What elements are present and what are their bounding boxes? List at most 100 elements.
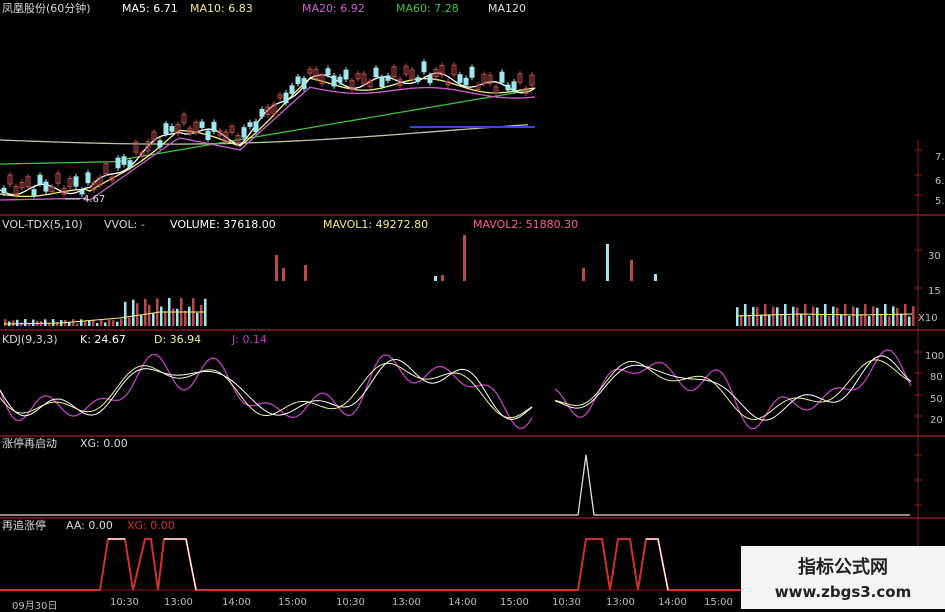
candle-body xyxy=(379,76,385,88)
candle-body xyxy=(499,71,505,83)
candle-body xyxy=(31,189,37,196)
volume-bar xyxy=(868,316,871,326)
candle-body xyxy=(325,68,331,76)
aa-signal-line xyxy=(0,538,742,591)
volume-bar xyxy=(4,319,7,326)
xg-value: XG: 0.00 xyxy=(80,437,128,450)
candle-body xyxy=(373,67,379,77)
xg-indicator-name: 涨停再启动 xyxy=(2,437,57,450)
volume-bar xyxy=(760,314,763,326)
candle-body xyxy=(199,121,205,128)
volume-bar xyxy=(136,303,139,326)
volume-bar xyxy=(76,323,79,326)
ma10-line xyxy=(0,77,536,198)
candle-body xyxy=(427,75,433,84)
time-axis-label: 15:00 xyxy=(500,597,529,608)
volume-bar xyxy=(80,319,83,326)
volume-bar xyxy=(892,306,895,326)
volume-bar xyxy=(124,301,127,326)
volume-bar xyxy=(788,315,791,326)
volume-bar xyxy=(812,306,815,326)
volume-bar xyxy=(768,315,771,326)
candle-body xyxy=(301,78,307,89)
kdj-tick: 100 xyxy=(925,351,945,362)
candle-body xyxy=(205,130,211,141)
volume-bar xyxy=(463,235,466,281)
volume-bar xyxy=(48,323,51,326)
volume-bar xyxy=(784,304,787,326)
time-axis-label: 14:00 xyxy=(658,597,687,608)
watermark-title: 指标公式网 xyxy=(798,557,888,578)
aa-signal-top xyxy=(164,538,197,591)
kdj-d-line xyxy=(554,359,912,420)
ma120-value: MA120 xyxy=(488,2,527,15)
time-axis-label: 10:30 xyxy=(552,597,581,608)
volume-bar xyxy=(160,306,163,326)
aa-xg-value: XG: 0.00 xyxy=(127,519,175,532)
aa-indicator-name: 再追涨停 xyxy=(2,519,46,532)
candle-body xyxy=(157,140,163,148)
volume-bar xyxy=(434,276,437,281)
candle-body xyxy=(1,187,7,194)
volume-bar xyxy=(12,320,15,326)
candle-body xyxy=(115,157,121,169)
chart-canvas xyxy=(0,58,945,591)
volume-bar xyxy=(820,314,823,326)
volume-bar xyxy=(752,306,755,326)
time-axis-label: 09月30日 xyxy=(12,601,58,612)
volume-bar xyxy=(44,319,47,326)
volume-bar xyxy=(852,306,855,326)
volume-bar xyxy=(196,312,199,326)
candle-body xyxy=(73,176,79,187)
volume-bar xyxy=(748,315,751,326)
ma60-value: MA60: 7.28 xyxy=(396,2,459,15)
candle-body xyxy=(211,121,217,132)
kdj-j-line xyxy=(0,353,533,430)
vol-tick: X10 xyxy=(918,313,938,324)
candle-body xyxy=(505,84,511,91)
time-axis-label: 15:00 xyxy=(704,597,733,608)
price-tick: 6. xyxy=(935,176,945,187)
volume-bar xyxy=(740,314,743,326)
kdj-k-value: K: 24.67 xyxy=(80,333,126,346)
volume-bar xyxy=(792,306,795,326)
candle-body xyxy=(511,81,517,92)
price-tick: 5. xyxy=(935,196,945,207)
volume-bar xyxy=(776,307,779,326)
volume-bar xyxy=(84,321,87,326)
volume-bar xyxy=(876,307,879,326)
vol-tick: 15 xyxy=(928,286,941,297)
volume-bar xyxy=(140,315,143,326)
time-axis-label: 15:00 xyxy=(278,597,307,608)
volume-bar xyxy=(896,307,899,326)
kdj-d-value: D: 36.94 xyxy=(154,333,202,346)
volume-value: VOLUME: 37618.00 xyxy=(170,218,276,231)
xg-signal-line xyxy=(0,454,910,516)
time-axis-label: 10:30 xyxy=(110,597,139,608)
candle-body xyxy=(37,174,43,185)
candle-body xyxy=(463,77,469,86)
aa-signal-top xyxy=(646,538,669,591)
candle-body xyxy=(289,85,295,94)
volume-bar xyxy=(756,307,759,326)
watermark-url: www.zbgs3.com xyxy=(774,583,912,601)
kdj-j-line xyxy=(554,349,912,430)
volume-bar xyxy=(888,316,891,326)
candle-body xyxy=(85,172,91,184)
time-axis-label: 13:00 xyxy=(392,597,421,608)
volume-bar xyxy=(736,307,739,326)
candle-body xyxy=(343,69,349,80)
volume-bar xyxy=(16,319,19,326)
volume-bar xyxy=(24,319,27,326)
volume-bar xyxy=(108,319,111,326)
volume-bar xyxy=(104,322,107,326)
volume-bar xyxy=(796,307,799,326)
kdj-j-value: J: 0.14 xyxy=(232,333,267,346)
volume-bar xyxy=(848,315,851,326)
candle-body xyxy=(469,66,475,78)
ma10-value: MA10: 6.83 xyxy=(190,2,253,15)
volume-bar xyxy=(200,304,203,326)
candle-body xyxy=(169,126,175,132)
volume-bar xyxy=(630,260,633,281)
volume-bar xyxy=(828,315,831,326)
